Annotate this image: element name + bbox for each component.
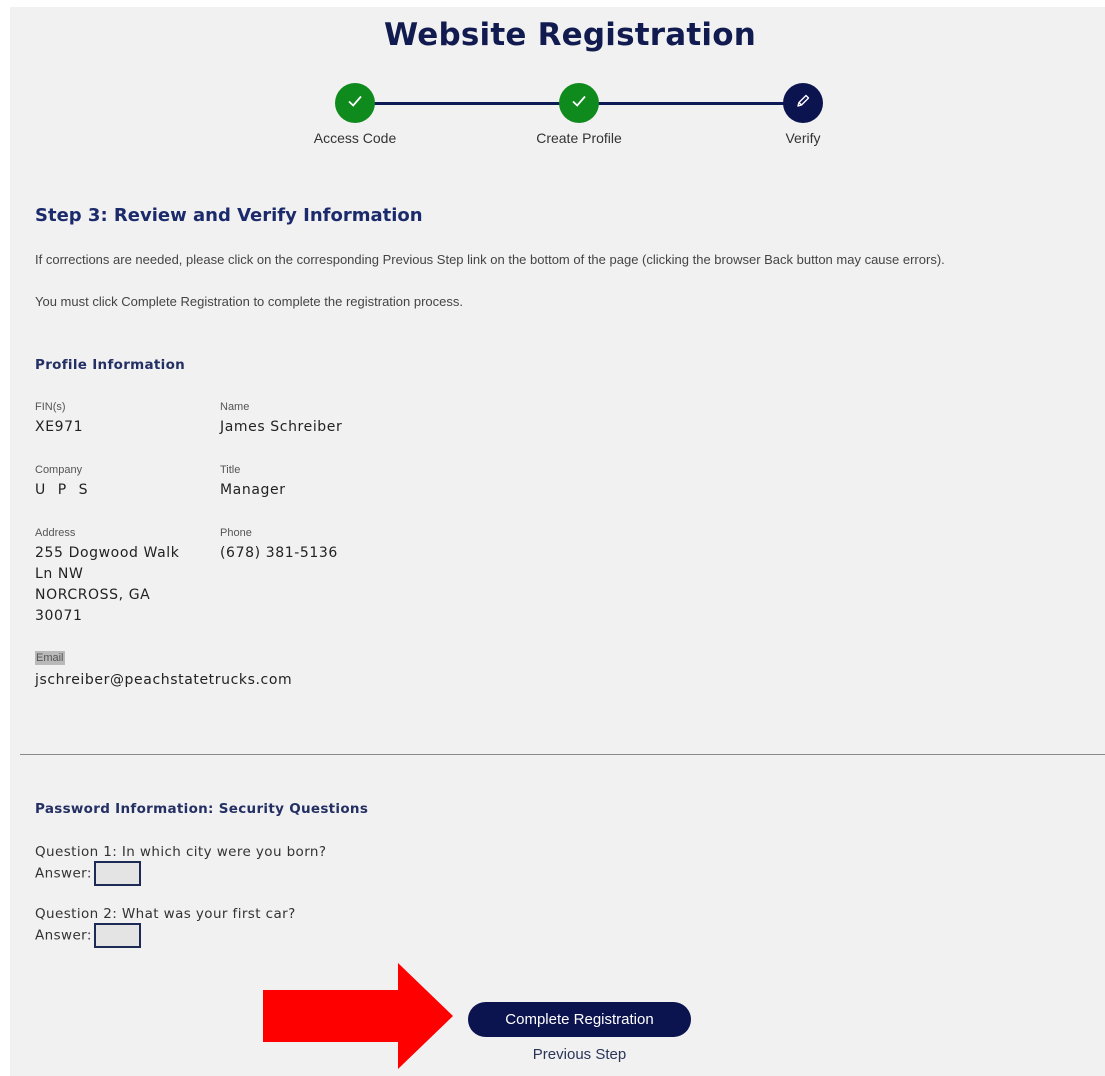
stepper-connector-2: [598, 102, 784, 105]
stepper-connector-1: [374, 102, 560, 105]
step-create-profile-circle: [559, 83, 599, 123]
email-value: jschreiber@peachstatetrucks.com: [35, 672, 293, 688]
instruction-complete: You must click Complete Registration to …: [35, 294, 463, 309]
page-title: Website Registration: [383, 17, 757, 53]
answer-2-row: Answer:: [35, 923, 141, 948]
section-divider: [20, 754, 1105, 755]
step-label-verify: Verify: [785, 130, 821, 146]
answer-2-label: Answer:: [35, 927, 92, 944]
address-line: NORCROSS, GA: [35, 587, 151, 603]
security-question-1: Question 1: In which city were you born?: [35, 844, 327, 860]
title-value: Manager: [220, 482, 286, 498]
title-label: Title: [220, 464, 241, 476]
answer-2-box: [93, 923, 141, 948]
instruction-corrections: If corrections are needed, please click …: [35, 252, 945, 267]
profile-section-heading: Profile Information: [35, 357, 186, 373]
answer-1-label: Answer:: [35, 865, 92, 882]
company-value: U P S: [35, 482, 92, 498]
security-question-2: Question 2: What was your first car?: [35, 906, 296, 922]
check-icon: [346, 92, 364, 115]
answer-1-row: Answer:: [35, 861, 141, 886]
address-line: 30071: [35, 608, 83, 624]
check-icon: [570, 92, 588, 115]
step-label-access-code: Access Code: [313, 130, 397, 146]
complete-registration-button[interactable]: Complete Registration: [468, 1002, 691, 1037]
phone-value: (678) 381-5136: [220, 545, 338, 561]
step-access-code-circle: [335, 83, 375, 123]
address-label: Address: [35, 527, 76, 539]
address-value: 255 Dogwood Walk Ln NW NORCROSS, GA 3007…: [35, 543, 179, 627]
pencil-icon: [795, 93, 811, 114]
previous-step-link[interactable]: Previous Step: [468, 1046, 691, 1063]
step-label-create-profile: Create Profile: [536, 130, 622, 146]
step-heading: Step 3: Review and Verify Information: [35, 205, 423, 226]
password-section-heading: Password Information: Security Questions: [35, 801, 369, 817]
red-arrow-icon: [263, 963, 453, 1069]
address-line: Ln NW: [35, 566, 84, 582]
email-label: Email: [35, 651, 65, 665]
name-value: James Schreiber: [220, 419, 343, 435]
address-line: 255 Dogwood Walk: [35, 545, 180, 561]
fins-label: FIN(s): [35, 401, 66, 413]
email-label-wrap: Email: [35, 651, 65, 665]
answer-1-box: [93, 861, 141, 886]
step-verify-circle: [783, 83, 823, 123]
name-label: Name: [220, 401, 250, 413]
phone-label: Phone: [220, 527, 252, 539]
company-label: Company: [35, 464, 83, 476]
registration-page: Website Registration Access Code Create …: [10, 7, 1105, 1076]
fins-value: XE971: [35, 419, 84, 435]
